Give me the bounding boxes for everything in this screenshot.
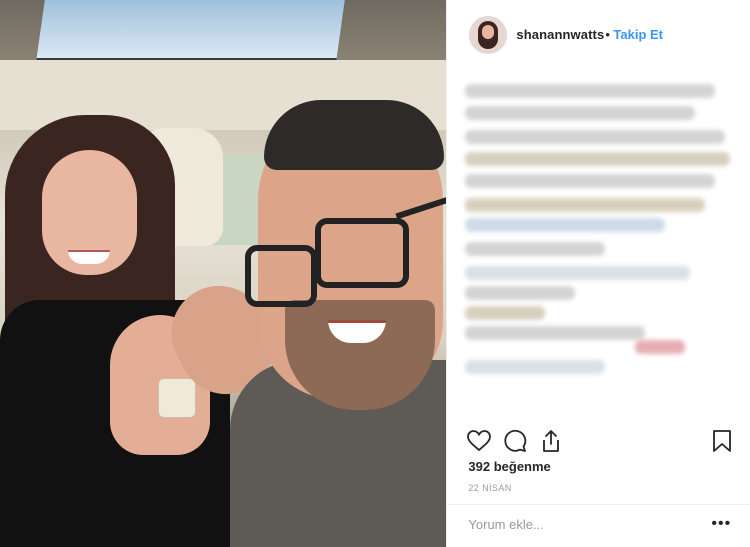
post-side-panel: shanannwatts • Takip Et 392 beğenme 22 N…: [446, 0, 750, 547]
blurred-line: [465, 266, 691, 280]
photo-bandaid: [158, 378, 196, 418]
follow-button[interactable]: Takip Et: [613, 27, 663, 42]
blurred-line: [465, 306, 546, 320]
post-photo[interactable]: [0, 0, 447, 547]
blurred-line: [465, 152, 731, 166]
blurred-caption: [465, 80, 735, 380]
blurred-line: [465, 242, 606, 256]
blurred-line: [465, 130, 726, 144]
blurred-line: [465, 174, 716, 188]
comment-icon[interactable]: [502, 428, 528, 454]
post-actions: [447, 422, 750, 458]
post-header: shanannwatts • Takip Et: [447, 0, 750, 68]
likes-count[interactable]: 392 beğenme: [468, 459, 550, 474]
instagram-post: shanannwatts • Takip Et 392 beğenme 22 N…: [0, 0, 750, 547]
blurred-line: [465, 326, 646, 340]
username-link[interactable]: shanannwatts: [516, 27, 604, 42]
photo-sunroof: [35, 0, 345, 68]
more-options-button[interactable]: •••: [711, 515, 731, 533]
blurred-line: [465, 218, 666, 232]
blurred-line: [635, 340, 686, 354]
photo-man-hair: [264, 100, 444, 170]
blurred-line: [465, 198, 706, 212]
photo-glasses-left: [245, 245, 317, 307]
blurred-line: [465, 84, 716, 98]
blurred-line: [465, 106, 696, 120]
blurred-line: [465, 360, 606, 374]
heart-icon[interactable]: [466, 428, 492, 454]
photo-glasses-right: [315, 218, 409, 288]
header-separator: •: [605, 27, 610, 42]
avatar[interactable]: [469, 16, 508, 54]
blurred-line: [465, 286, 576, 300]
share-icon[interactable]: [538, 428, 564, 454]
bookmark-icon[interactable]: [709, 428, 735, 454]
divider: [447, 504, 750, 505]
post-date[interactable]: 22 NİSAN: [468, 483, 511, 493]
comment-input[interactable]: Yorum ekle...: [468, 517, 543, 532]
